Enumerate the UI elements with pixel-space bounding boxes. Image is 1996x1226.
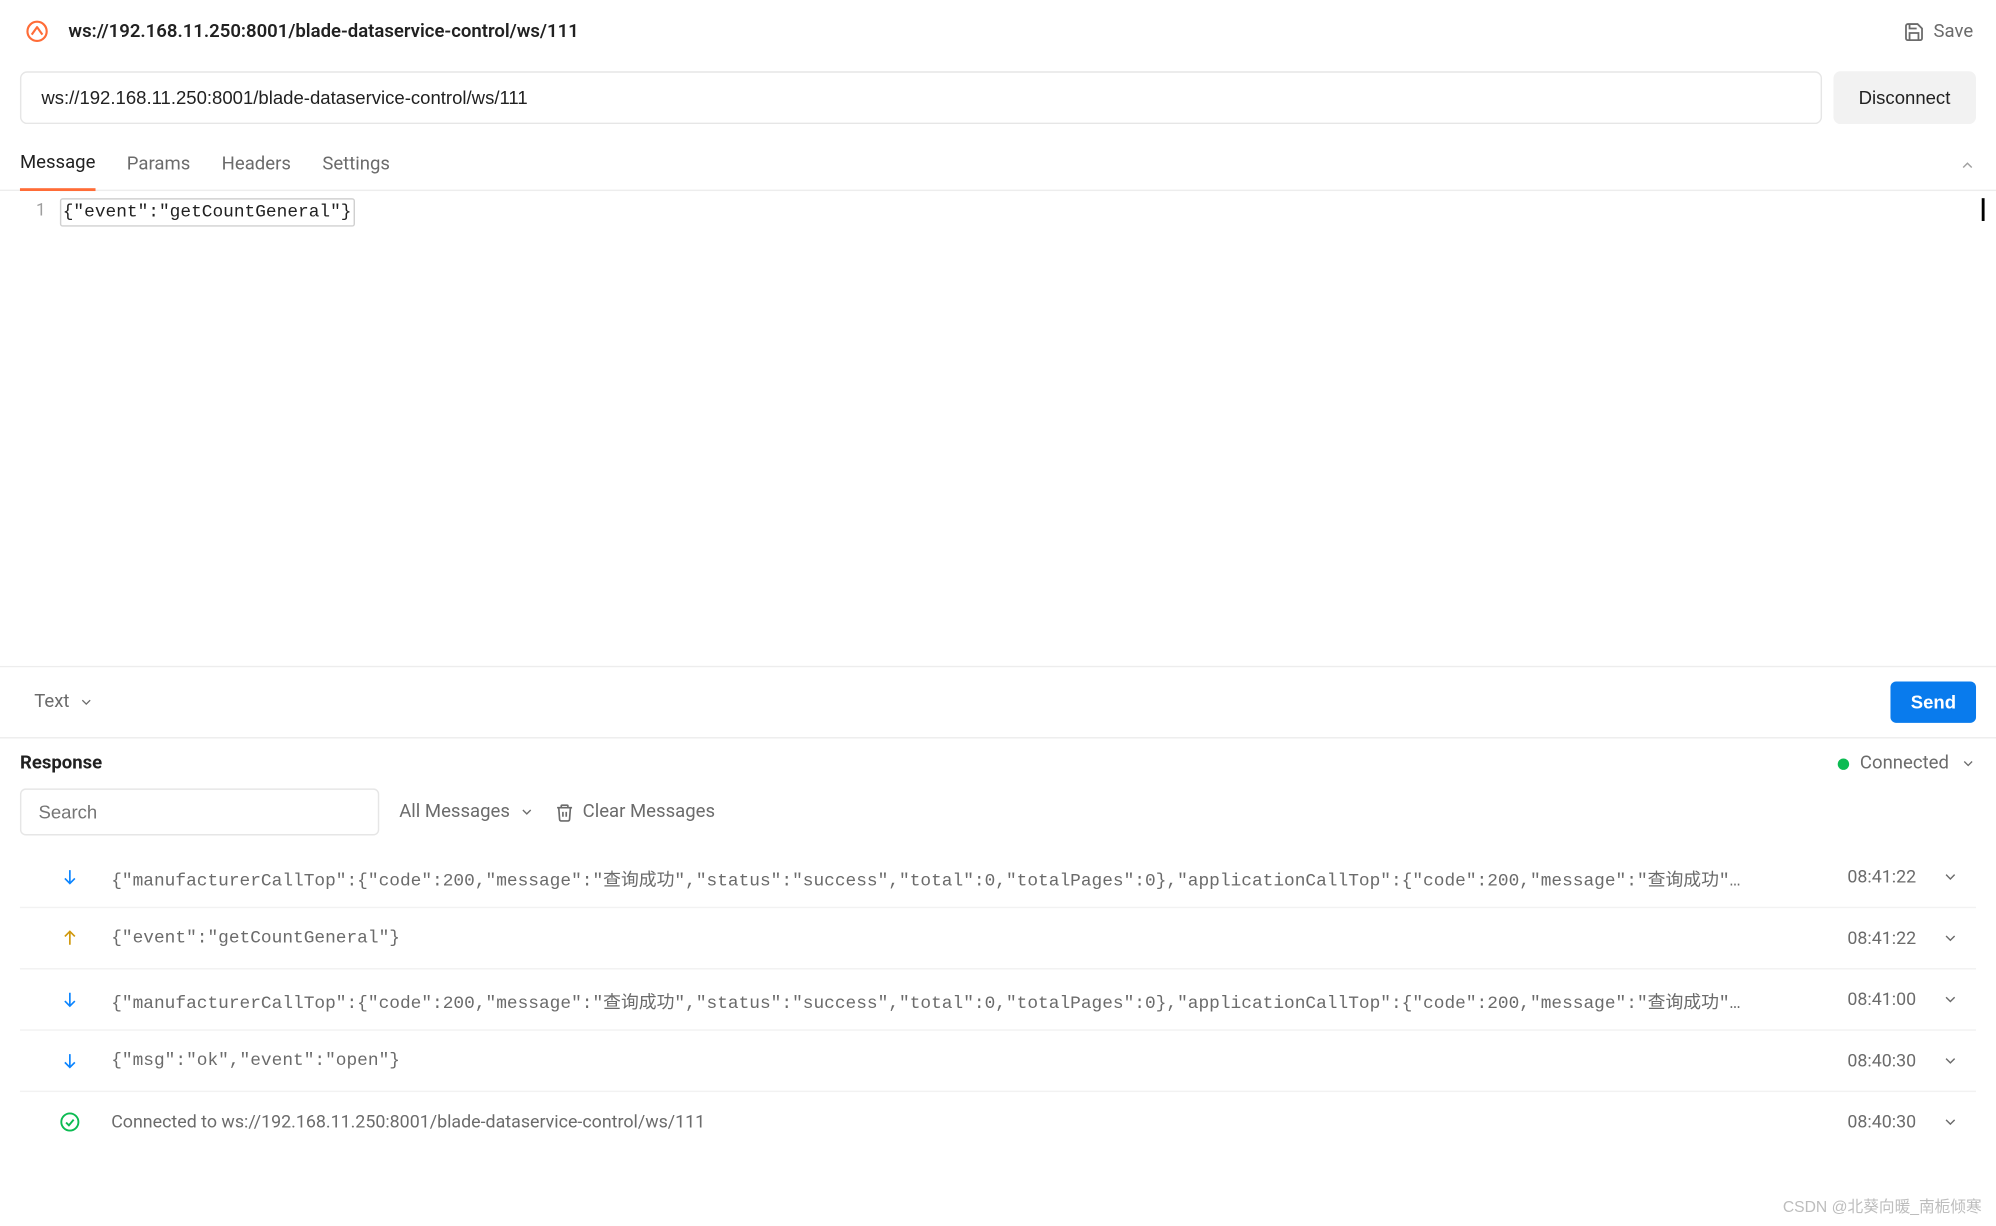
chevron-down-icon [1942,1113,1959,1130]
expand-toggle[interactable] [1942,1113,1968,1130]
message-filter[interactable]: All Messages [399,801,534,822]
arrow-up-icon [54,922,85,953]
message-row[interactable]: Connected to ws://192.168.11.250:8001/bl… [20,1092,1976,1152]
filter-label: All Messages [399,801,510,822]
message-row[interactable]: {"manufacturerCallTop":{"code":200,"mess… [20,969,1976,1030]
clear-messages-button[interactable]: Clear Messages [554,801,715,822]
watermark: CSDN @北葵向暖_南栀倾寒 [1783,1195,1982,1218]
search-input[interactable] [20,788,379,835]
expand-toggle[interactable] [1942,1052,1968,1069]
trash-icon [554,802,574,822]
message-time: 08:41:00 [1847,989,1916,1010]
chevron-down-icon [78,694,94,710]
expand-toggle[interactable] [1942,868,1968,885]
message-time: 08:41:22 [1847,866,1916,887]
clear-label: Clear Messages [583,801,715,822]
message-content: {"event":"getCountGeneral"} [111,928,1822,948]
arrow-down-icon [54,984,85,1015]
status-label: Connected [1860,753,1949,774]
tab-message[interactable]: Message [20,141,95,191]
request-title: ws://192.168.11.250:8001/blade-dataservi… [68,21,578,42]
line-gutter: 1 [0,191,60,666]
chevron-down-icon [1942,930,1959,947]
message-row[interactable]: {"event":"getCountGeneral"} 08:41:22 [20,908,1976,969]
message-content: {"manufacturerCallTop":{"code":200,"mess… [111,863,1822,890]
response-title: Response [20,753,102,774]
save-button[interactable]: Save [1904,21,1974,42]
tab-headers[interactable]: Headers [222,142,291,189]
check-circle-icon [54,1106,85,1137]
line-number: 1 [0,200,46,220]
collapse-toggle[interactable] [1959,157,1976,174]
send-button[interactable]: Send [1891,681,1976,722]
message-row[interactable]: {"manufacturerCallTop":{"code":200,"mess… [20,847,1976,908]
expand-toggle[interactable] [1942,991,1968,1008]
request-tabs: Message Params Headers Settings [0,141,1996,191]
header-bar: ws://192.168.11.250:8001/blade-dataservi… [0,0,1996,63]
connection-status[interactable]: Connected [1837,753,1976,774]
websocket-icon [23,17,52,46]
editor-footer: Text Send [0,667,1996,738]
chevron-up-icon [1959,157,1976,174]
arrow-down-icon [54,861,85,892]
chevron-down-icon [518,804,534,820]
save-icon [1904,21,1925,42]
message-content: {"msg":"ok","event":"open"} [111,1051,1822,1071]
arrow-down-icon [54,1045,85,1076]
status-dot-icon [1837,758,1848,769]
save-label: Save [1934,21,1974,42]
chevron-down-icon [1942,868,1959,885]
chevron-down-icon [1960,756,1976,772]
chevron-down-icon [1942,991,1959,1008]
message-time: 08:41:22 [1847,927,1916,948]
message-content: Connected to ws://192.168.11.250:8001/bl… [111,1111,1822,1132]
tab-settings[interactable]: Settings [322,142,390,189]
message-row[interactable]: {"msg":"ok","event":"open"} 08:40:30 [20,1031,1976,1092]
message-content: {"manufacturerCallTop":{"code":200,"mess… [111,986,1822,1013]
message-time: 08:40:30 [1847,1050,1916,1071]
response-toolbar: All Messages Clear Messages [0,783,1996,847]
cursor-caret [1982,198,1985,221]
tab-params[interactable]: Params [127,142,191,189]
message-list: {"manufacturerCallTop":{"code":200,"mess… [0,847,1996,1152]
expand-toggle[interactable] [1942,930,1968,947]
url-input[interactable] [20,71,1822,124]
url-row: Disconnect [0,63,1996,141]
message-time: 08:40:30 [1847,1111,1916,1132]
format-label: Text [34,691,69,712]
chevron-down-icon [1942,1052,1959,1069]
code-line: {"event":"getCountGeneral"} [60,198,354,227]
response-header: Response Connected [0,739,1996,783]
disconnect-button[interactable]: Disconnect [1833,71,1976,124]
format-selector[interactable]: Text [20,691,94,712]
message-editor[interactable]: 1 {"event":"getCountGeneral"} [0,191,1996,667]
code-area[interactable]: {"event":"getCountGeneral"} [60,191,1996,666]
